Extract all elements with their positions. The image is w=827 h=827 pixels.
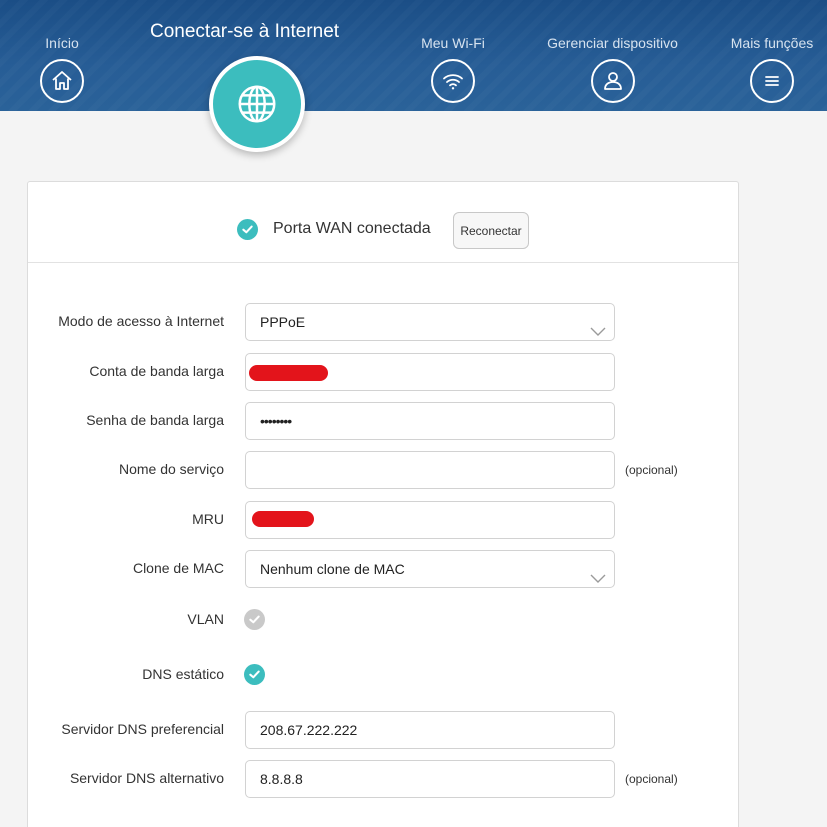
access-mode-value: PPPoE — [260, 314, 306, 330]
vlan-label: VLAN — [187, 611, 224, 627]
globe-icon — [234, 81, 280, 127]
mac-clone-select[interactable]: Nenhum clone de MAC — [245, 550, 615, 588]
vlan-row: VLAN — [28, 601, 738, 639]
reconnect-button[interactable]: Reconectar — [453, 212, 529, 249]
redaction-mark — [252, 511, 314, 527]
service-name-label: Nome do serviço — [118, 461, 224, 477]
static-dns-checkbox[interactable] — [244, 664, 265, 685]
account-row: Conta de banda larga — [28, 353, 738, 391]
password-label: Senha de banda larga — [86, 412, 224, 428]
account-input[interactable] — [245, 353, 615, 391]
mru-row: MRU — [28, 501, 738, 539]
user-icon — [590, 59, 635, 103]
check-icon — [237, 219, 258, 240]
access-mode-label: Modo de acesso à Internet — [58, 313, 224, 329]
dns-primary-row: Servidor DNS preferencial 208.67.222.222 — [28, 711, 738, 749]
password-input[interactable]: •••••••• — [245, 402, 615, 440]
internet-settings-panel: Porta WAN conectada Reconectar Modo de a… — [27, 181, 739, 827]
dns-primary-value: 208.67.222.222 — [260, 722, 358, 738]
active-nav-title: Conectar-se à Internet — [150, 21, 340, 42]
nav-label: Mais funções — [730, 35, 814, 51]
redaction-mark — [249, 365, 328, 381]
nav-label: Gerenciar dispositivo — [547, 35, 678, 51]
menu-icon — [750, 59, 794, 103]
wifi-icon — [431, 59, 475, 103]
password-value: •••••••• — [260, 413, 292, 429]
dns-secondary-value: 8.8.8.8 — [260, 771, 303, 787]
chevron-down-icon — [590, 315, 606, 336]
dns-secondary-label: Servidor DNS alternativo — [69, 770, 224, 786]
static-dns-label: DNS estático — [142, 666, 224, 682]
dns-secondary-row: Servidor DNS alternativo 8.8.8.8 (opcion… — [28, 760, 738, 798]
wan-status-row: Porta WAN conectada Reconectar — [28, 182, 738, 263]
nav-label: Início — [45, 35, 79, 51]
wan-status-text: Porta WAN conectada — [273, 220, 431, 237]
dns-primary-label: Servidor DNS preferencial — [61, 721, 224, 737]
home-icon — [40, 59, 84, 103]
check-icon — [249, 615, 260, 624]
mru-label: MRU — [192, 511, 224, 527]
static-dns-row: DNS estático — [28, 656, 738, 694]
nav-item-connect-internet[interactable] — [209, 56, 305, 152]
mac-clone-label: Clone de MAC — [132, 560, 224, 576]
vlan-checkbox[interactable] — [244, 609, 265, 630]
nav-label: Meu Wi-Fi — [421, 35, 485, 51]
access-mode-row: Modo de acesso à Internet PPPoE — [28, 303, 738, 341]
optional-hint: (opcional) — [625, 772, 678, 786]
nav-item-device-management[interactable]: Gerenciar dispositivo — [535, 35, 690, 103]
mac-clone-value: Nenhum clone de MAC — [260, 561, 405, 577]
top-navigation: Início Meu Wi-Fi Gerenciar dispositivo M… — [0, 0, 827, 111]
nav-item-wifi[interactable]: Meu Wi-Fi — [413, 35, 493, 103]
access-mode-select[interactable]: PPPoE — [245, 303, 615, 341]
service-name-input[interactable] — [245, 451, 615, 489]
mac-clone-row: Clone de MAC Nenhum clone de MAC — [28, 550, 738, 588]
optional-hint: (opcional) — [625, 463, 678, 477]
password-row: Senha de banda larga •••••••• — [28, 402, 738, 440]
service-name-row: Nome do serviço (opcional) — [28, 451, 738, 489]
check-icon — [249, 670, 260, 679]
nav-item-home[interactable]: Início — [22, 35, 102, 103]
mru-input[interactable] — [245, 501, 615, 539]
dns-secondary-input[interactable]: 8.8.8.8 — [245, 760, 615, 798]
chevron-down-icon — [590, 562, 606, 583]
account-label: Conta de banda larga — [89, 363, 224, 379]
nav-item-more-functions[interactable]: Mais funções — [722, 35, 822, 103]
dns-primary-input[interactable]: 208.67.222.222 — [245, 711, 615, 749]
